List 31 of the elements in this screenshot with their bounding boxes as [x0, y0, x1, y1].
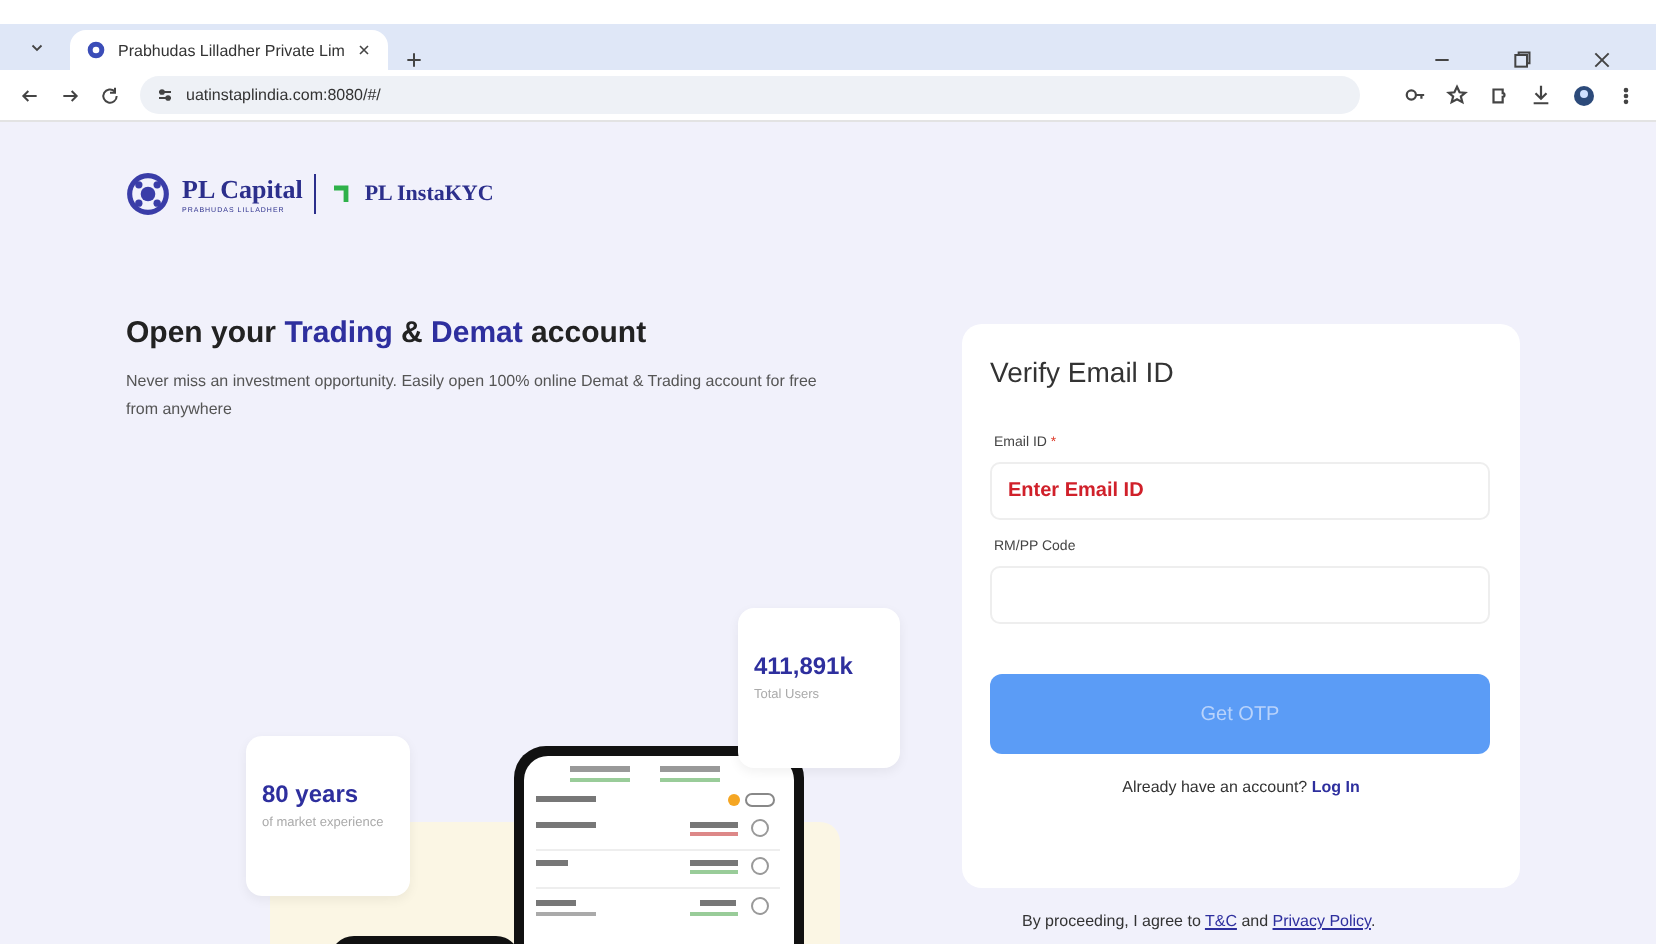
star-icon — [1446, 84, 1468, 106]
restore-icon — [1512, 50, 1532, 70]
globe-logo-icon — [126, 172, 170, 216]
extension-icon — [1488, 84, 1510, 106]
close-icon — [356, 42, 373, 58]
hero-subtitle: Never miss an investment opportunity. Easily open 100% online Demat & Trading account for free from anywhere — [126, 370, 819, 422]
consent-text: By proceeding, I agree to T&C and Privacy Policy. — [1022, 912, 1376, 930]
browser-tab[interactable]: Prabhudas Lilladher Private Lim — [70, 30, 389, 70]
avatar-icon — [1572, 83, 1596, 107]
login-prompt: Already have an account? Log In — [1122, 778, 1360, 796]
hero-heading: Open your Trading & Demat account — [126, 316, 649, 350]
site-info-icon — [156, 86, 174, 104]
stat-value: 80 years — [262, 780, 361, 808]
site-icon — [86, 40, 106, 60]
product-name: PL InstaKYC — [364, 182, 494, 206]
login-link[interactable]: Log In — [1311, 778, 1360, 796]
input-field[interactable]: Enter Email ID — [990, 462, 1490, 520]
plus-icon — [404, 50, 425, 70]
back-icon — [20, 85, 40, 105]
form-title: Verify Email ID — [990, 356, 1176, 388]
key-icon — [1404, 84, 1426, 106]
reload-icon — [100, 85, 120, 105]
forward-icon — [60, 85, 80, 105]
brand-name: PL Capital — [182, 174, 303, 206]
policy-link[interactable]: T&C — [1204, 912, 1237, 930]
policy-link[interactable]: Privacy Policy — [1272, 912, 1371, 930]
close-icon — [1592, 50, 1612, 70]
download-icon — [1530, 84, 1552, 106]
stat-value: 411,891k — [754, 652, 855, 680]
bracket-logo-icon — [328, 182, 353, 206]
address-bar[interactable]: uatinstaplindia.com:8080/#/ — [140, 76, 1360, 114]
